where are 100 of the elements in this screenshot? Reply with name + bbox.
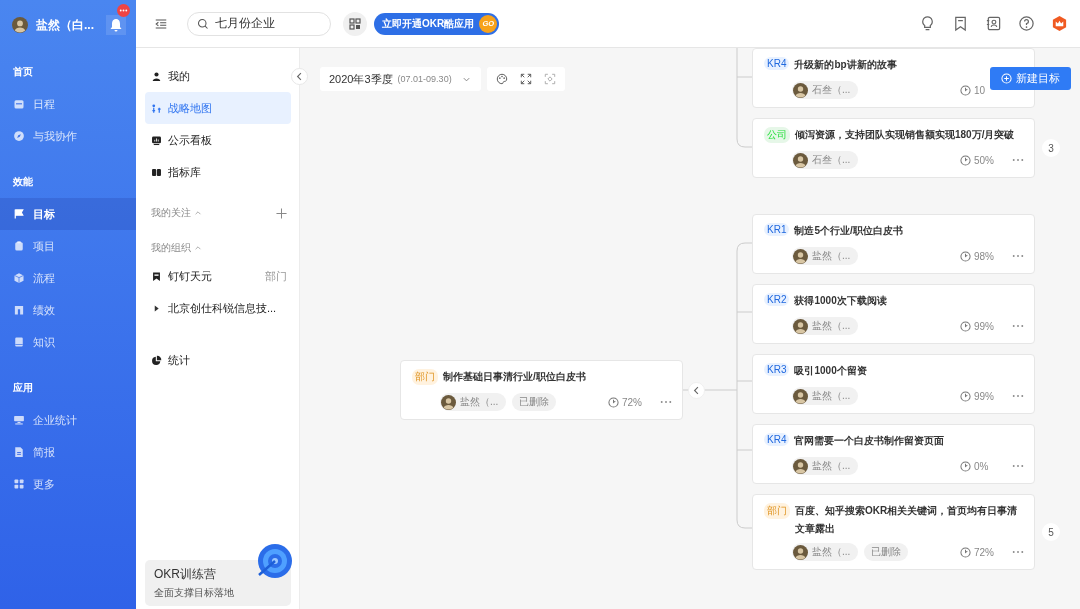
nav-item[interactable]: 更多 xyxy=(0,468,136,500)
owner-chip[interactable]: 盐然（... xyxy=(440,393,507,411)
goal-tag: KR3 xyxy=(764,363,790,376)
palette-icon[interactable] xyxy=(496,73,508,85)
avatar-icon xyxy=(793,318,808,334)
owner-name: 盐然（... xyxy=(812,319,851,333)
nav-item[interactable]: 企业统计 xyxy=(0,404,136,436)
promo-subtitle: 全面支撑目标落地 xyxy=(154,586,235,600)
goal-title: 倾泻资源，支持团队实现销售额实现180万/月突破 xyxy=(795,128,1015,142)
user-name[interactable]: 盐然（白... xyxy=(36,16,94,34)
child-count[interactable]: 3 xyxy=(1042,139,1060,157)
progress-text: 72% xyxy=(622,396,643,408)
new-goal-button[interactable]: 新建目标 xyxy=(990,67,1071,90)
compass-icon xyxy=(13,130,25,142)
avatar-icon xyxy=(441,394,456,410)
nav-item[interactable]: 项目 xyxy=(0,230,136,262)
panel-item[interactable]: 公示看板 xyxy=(145,124,291,156)
owner-chip[interactable]: 盐然（... xyxy=(792,317,859,335)
avatar-icon xyxy=(793,152,808,168)
progress-text: 99% xyxy=(974,390,995,402)
goal-card[interactable]: KR1 制造5个行业/职位白皮书 盐然（... 98% xyxy=(752,214,1035,274)
goal-card[interactable]: KR2 获得1000次下载阅读 盐然（... 99% xyxy=(752,284,1035,344)
board-icon xyxy=(151,134,162,146)
org-name: 钉钉天元 xyxy=(168,268,213,284)
org-name: 北京创仕科锐信息技... xyxy=(168,300,278,316)
clock-icon xyxy=(608,396,619,408)
nav-item[interactable]: 流程 xyxy=(0,262,136,294)
contact-card-icon[interactable] xyxy=(985,15,1002,32)
nav-section-title: 应用 xyxy=(12,381,34,395)
lightbulb-icon[interactable] xyxy=(919,15,936,32)
bookmark-icon[interactable] xyxy=(952,15,969,32)
qr-code-icon[interactable] xyxy=(343,11,367,36)
owner-chip[interactable]: 石叁（... xyxy=(792,81,859,99)
panel-item[interactable]: 统计 xyxy=(145,344,291,376)
goal-tag: KR1 xyxy=(764,223,790,236)
org-item[interactable]: 北京创仕科锐信息技... xyxy=(145,292,291,324)
panel-item[interactable]: 我的 xyxy=(145,60,291,92)
goal-card[interactable]: 部门 制作基础日事清行业/职位白皮书 盐然（... 已删除 72% xyxy=(400,360,683,420)
owner-chip[interactable]: 盐然（... xyxy=(792,247,859,265)
clock-icon xyxy=(960,250,971,262)
owner-name: 盐然（... xyxy=(812,249,851,263)
add-icon[interactable] xyxy=(276,207,287,219)
promo-card[interactable]: OKR训练营 全面支撑目标落地 xyxy=(145,560,291,606)
chevron-up-icon xyxy=(194,209,202,217)
more-icon[interactable] xyxy=(1012,464,1024,468)
org-item[interactable]: 钉钉天元 部门 xyxy=(145,260,291,292)
goal-title: 制作基础日事清行业/职位白皮书 xyxy=(443,370,586,384)
nav-item[interactable]: 绩效 xyxy=(0,294,136,326)
more-icon[interactable] xyxy=(1012,394,1024,398)
avatar-icon xyxy=(793,458,808,474)
goal-title: 吸引1000个留资 xyxy=(794,364,867,378)
more-icon[interactable] xyxy=(1012,550,1024,554)
doc-icon xyxy=(13,446,25,458)
period-selector[interactable]: 2020年3季度 (07.01-09.30) xyxy=(320,67,481,91)
progress-text: 72% xyxy=(974,546,995,558)
collapse-icon[interactable] xyxy=(154,16,168,31)
goal-tag: KR4 xyxy=(764,433,790,446)
cube-icon xyxy=(13,272,25,284)
nav-item[interactable]: 目标 xyxy=(0,198,136,230)
more-icon[interactable] xyxy=(1012,324,1024,328)
goal-tag: KR4 xyxy=(764,57,790,70)
panel-item[interactable]: 指标库 xyxy=(145,156,291,188)
avatar-icon xyxy=(793,248,808,264)
nav-item[interactable]: 知识 xyxy=(0,326,136,358)
goal-card[interactable]: KR3 吸引1000个留资 盐然（... 99% xyxy=(752,354,1035,414)
owner-chip[interactable]: 盐然（... xyxy=(792,543,859,561)
status-chip: 已删除 xyxy=(864,543,909,561)
child-count[interactable]: 5 xyxy=(1042,523,1060,541)
panel-item[interactable]: 战略地图 xyxy=(145,92,291,124)
section-header[interactable]: 我的组织 xyxy=(151,241,202,255)
nav-item[interactable]: 与我协作 xyxy=(0,120,136,152)
section-header[interactable]: 我的关注 xyxy=(151,206,202,220)
promo-title: OKR训练营 xyxy=(154,566,217,583)
goal-card[interactable]: KR4 官网需要一个白皮书制作留资页面 盐然（... 0% xyxy=(752,424,1035,484)
collapse-panel-icon[interactable] xyxy=(291,68,308,85)
person-icon xyxy=(151,70,162,82)
owner-name: 石叁（... xyxy=(812,83,851,97)
monitor-icon xyxy=(13,414,25,426)
nav-section-title: 效能 xyxy=(12,175,34,189)
owner-chip[interactable]: 盐然（... xyxy=(792,387,859,405)
clock-icon xyxy=(960,460,971,472)
owner-chip[interactable]: 盐然（... xyxy=(792,457,859,475)
org-type: 部门 xyxy=(265,268,287,284)
crown-icon[interactable] xyxy=(1051,15,1068,32)
more-icon[interactable] xyxy=(660,400,672,404)
progress-text: 50% xyxy=(974,154,995,166)
bell-icon[interactable] xyxy=(106,15,126,35)
notification-badge xyxy=(117,4,130,17)
avatar-icon xyxy=(793,544,808,560)
help-icon[interactable] xyxy=(1018,15,1035,32)
fullscreen-icon[interactable] xyxy=(520,73,532,85)
collapse-node-icon[interactable] xyxy=(688,382,705,399)
search-icon xyxy=(197,17,209,30)
nav-item[interactable]: 简报 xyxy=(0,436,136,468)
owner-chip[interactable]: 石叁（... xyxy=(792,151,859,169)
pie-icon xyxy=(151,354,162,366)
more-icon[interactable] xyxy=(1012,254,1024,258)
expand-icon[interactable] xyxy=(153,304,160,312)
nav-item[interactable]: 日程 xyxy=(0,88,136,120)
more-icon[interactable] xyxy=(1012,158,1024,162)
